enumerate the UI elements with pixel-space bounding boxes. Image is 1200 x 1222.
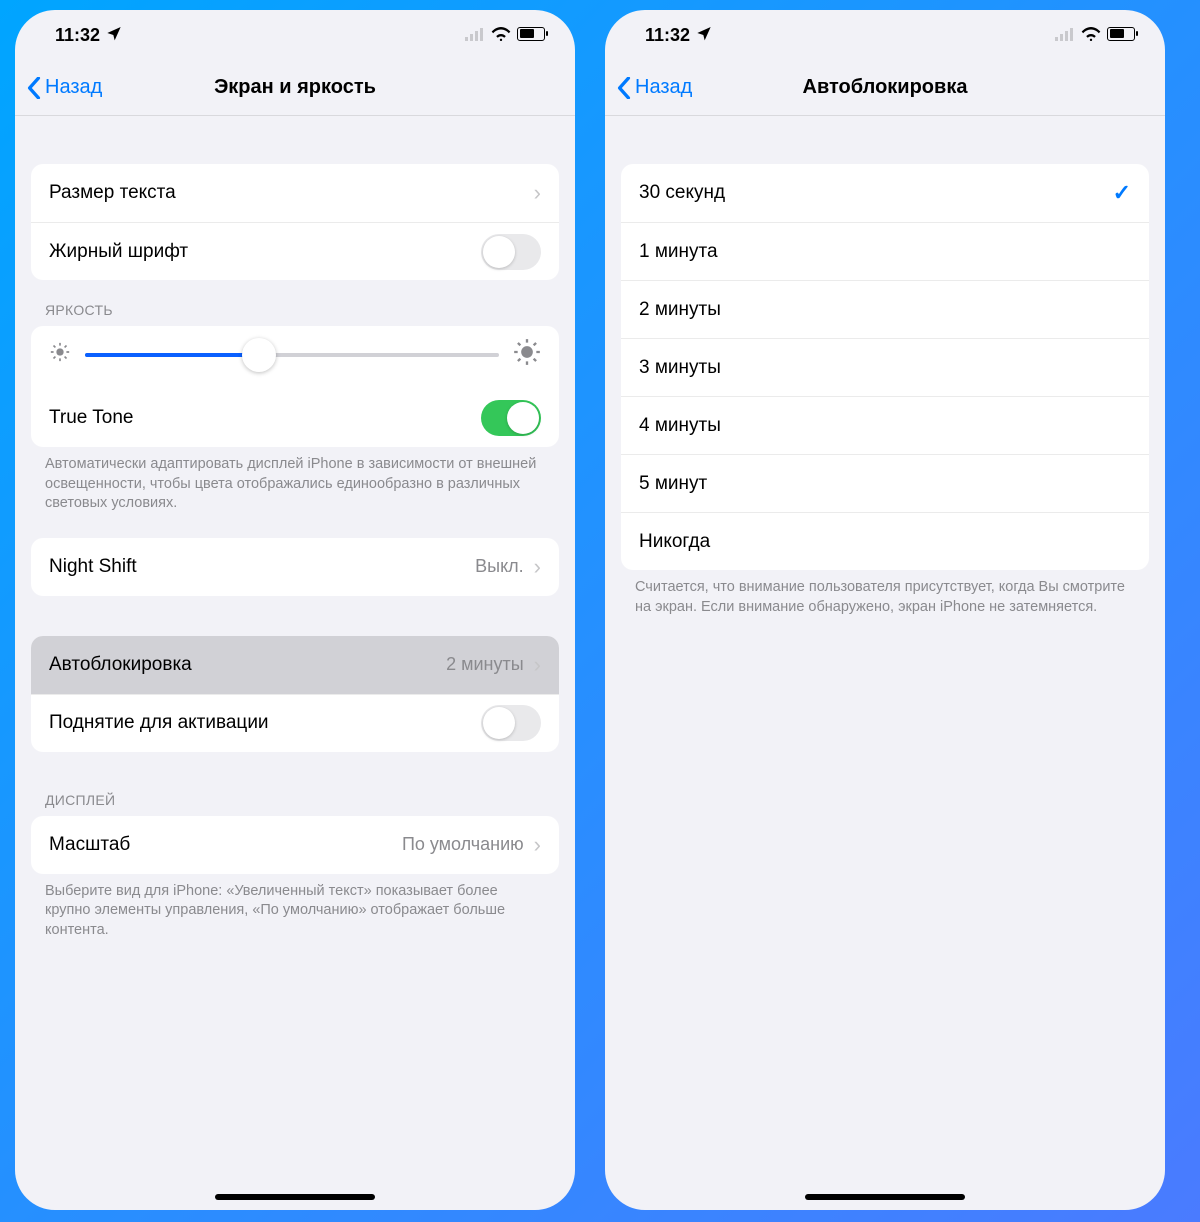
autolock-option-label: 5 минут — [639, 473, 707, 495]
autolock-option[interactable]: 5 минут — [621, 454, 1149, 512]
settings-content: Размер текста › Жирный шрифт ЯРКОСТЬ — [15, 116, 575, 1210]
battery-icon — [1107, 25, 1135, 46]
back-label: Назад — [45, 76, 102, 99]
true-tone-label: True Tone — [49, 407, 134, 429]
bold-text-label: Жирный шрифт — [49, 241, 188, 263]
autolock-options-group: 30 секунд ✓ 1 минута 2 минуты 3 минуты 4 мину… — [621, 164, 1149, 570]
night-shift-row[interactable]: Night Shift Выкл. › — [31, 538, 559, 596]
nav-bar: Назад Экран и яркость — [15, 60, 575, 116]
autolock-option-label: 2 минуты — [639, 299, 721, 321]
raise-to-wake-row: Поднятие для активации — [31, 694, 559, 752]
brightness-group: True Tone — [31, 326, 559, 447]
autolock-option-label: 4 минуты — [639, 415, 721, 437]
status-bar: 11:32 — [605, 10, 1165, 60]
autolock-content: 30 секунд ✓ 1 минута 2 минуты 3 минуты 4 мину… — [605, 116, 1165, 1210]
status-bar: 11:32 — [15, 10, 575, 60]
auto-lock-value: 2 минуты — [446, 654, 524, 675]
true-tone-footer: Автоматически адаптировать дисплей iPhon… — [15, 447, 575, 518]
chevron-left-icon — [27, 77, 41, 99]
text-size-row[interactable]: Размер текста › — [31, 164, 559, 222]
autolock-option[interactable]: 2 минуты — [621, 280, 1149, 338]
phone-autolock: 11:32 Назад — [605, 10, 1165, 1210]
brightness-slider-knob[interactable] — [242, 338, 276, 372]
autolock-option[interactable]: Никогда — [621, 512, 1149, 570]
chevron-right-icon: › — [534, 180, 541, 206]
back-button[interactable]: Назад — [617, 76, 692, 99]
night-shift-value: Выкл. — [475, 556, 524, 577]
page-title: Экран и яркость — [214, 76, 376, 99]
raise-to-wake-label: Поднятие для активации — [49, 712, 269, 734]
brightness-slider-row — [31, 326, 559, 389]
autolock-option-label: 30 секунд — [639, 182, 725, 204]
status-time: 11:32 — [55, 25, 100, 46]
cellular-icon — [465, 25, 485, 46]
page-title: Автоблокировка — [803, 76, 968, 99]
autolock-option-label: 3 минуты — [639, 357, 721, 379]
brightness-slider[interactable] — [85, 353, 499, 357]
location-arrow-icon — [696, 25, 712, 46]
zoom-group: Масштаб По умолчанию › — [31, 816, 559, 874]
night-shift-group: Night Shift Выкл. › — [31, 538, 559, 596]
sun-small-icon — [49, 341, 71, 368]
autolock-option[interactable]: 4 минуты — [621, 396, 1149, 454]
autolock-option[interactable]: 1 минута — [621, 222, 1149, 280]
brightness-header: ЯРКОСТЬ — [15, 280, 575, 326]
text-size-label: Размер текста — [49, 182, 176, 204]
chevron-right-icon: › — [534, 554, 541, 580]
sun-large-icon — [513, 338, 541, 371]
display-header: ДИСПЛЕЙ — [15, 752, 575, 816]
autolock-option-label: 1 минута — [639, 241, 718, 263]
home-indicator[interactable] — [215, 1194, 375, 1200]
phone-display-brightness: 11:32 Назад — [15, 10, 575, 1210]
status-time: 11:32 — [645, 25, 690, 46]
bold-text-toggle[interactable] — [481, 234, 541, 270]
home-indicator[interactable] — [805, 1194, 965, 1200]
autolock-option[interactable]: 3 минуты — [621, 338, 1149, 396]
back-button[interactable]: Назад — [27, 76, 102, 99]
chevron-right-icon: › — [534, 832, 541, 858]
text-group: Размер текста › Жирный шрифт — [31, 164, 559, 280]
battery-icon — [517, 25, 545, 46]
zoom-row[interactable]: Масштаб По умолчанию › — [31, 816, 559, 874]
night-shift-label: Night Shift — [49, 556, 137, 578]
raise-to-wake-toggle[interactable] — [481, 705, 541, 741]
autolock-footer: Считается, что внимание пользователя при… — [605, 570, 1165, 621]
checkmark-icon: ✓ — [1113, 180, 1131, 206]
wifi-icon — [1081, 25, 1101, 46]
back-label: Назад — [635, 76, 692, 99]
chevron-left-icon — [617, 77, 631, 99]
zoom-label: Масштаб — [49, 834, 130, 856]
chevron-right-icon: › — [534, 652, 541, 678]
location-arrow-icon — [106, 25, 122, 46]
zoom-value: По умолчанию — [402, 834, 524, 855]
true-tone-toggle[interactable] — [481, 400, 541, 436]
true-tone-row: True Tone — [31, 389, 559, 447]
bold-text-row: Жирный шрифт — [31, 222, 559, 280]
autolock-option[interactable]: 30 секунд ✓ — [621, 164, 1149, 222]
autolock-option-label: Никогда — [639, 531, 710, 553]
autolock-group: Автоблокировка 2 минуты › Поднятие для а… — [31, 636, 559, 752]
wifi-icon — [491, 25, 511, 46]
nav-bar: Назад Автоблокировка — [605, 60, 1165, 116]
zoom-footer: Выберите вид для iPhone: «Увеличенный те… — [15, 874, 575, 945]
auto-lock-label: Автоблокировка — [49, 654, 192, 676]
cellular-icon — [1055, 25, 1075, 46]
auto-lock-row[interactable]: Автоблокировка 2 минуты › — [31, 636, 559, 694]
